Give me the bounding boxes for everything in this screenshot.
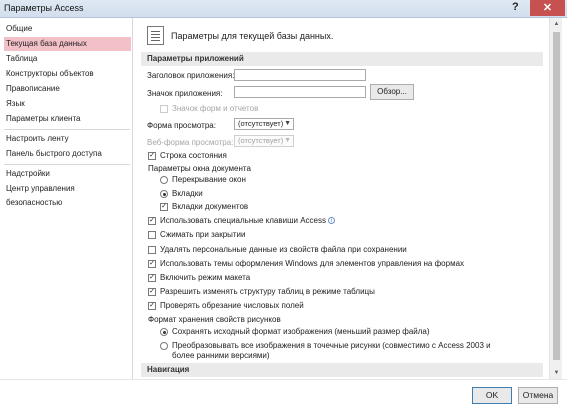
web-form-label: Веб-форма просмотра: bbox=[147, 138, 234, 147]
document-tabs-checkbox[interactable]: ✓ bbox=[160, 203, 168, 211]
picture-format-label: Формат хранения свойств рисунков bbox=[148, 315, 281, 324]
layout-view-checkbox[interactable]: ✓ bbox=[148, 274, 156, 282]
nav-item-general[interactable]: Общие bbox=[6, 22, 32, 36]
access-keys-checkbox[interactable]: ✓ bbox=[148, 217, 156, 225]
preserve-format-radio[interactable] bbox=[160, 328, 168, 336]
nav-item-add-ins[interactable]: Надстройки bbox=[6, 167, 50, 181]
nav-divider bbox=[4, 164, 130, 165]
nav-item-current-database[interactable]: Текущая база данных bbox=[4, 37, 131, 51]
info-icon: i bbox=[327, 217, 335, 224]
options-nav: Общие Текущая база данных Таблица Констр… bbox=[0, 18, 133, 379]
doc-window-options-label: Параметры окна документа bbox=[148, 164, 251, 173]
browse-button[interactable]: Обзор... bbox=[370, 84, 414, 100]
dialog-footer: OK Отмена bbox=[0, 379, 567, 409]
scrollbar-thumb[interactable] bbox=[553, 32, 560, 360]
convert-bitmap-radio[interactable] bbox=[160, 342, 168, 350]
nav-item-trust-center[interactable]: Центр управления безопасностью bbox=[6, 182, 132, 207]
display-form-value: (отсутствует) bbox=[238, 119, 284, 128]
scroll-up-icon[interactable]: ▲ bbox=[550, 18, 563, 30]
web-form-value: (отсутствует) bbox=[238, 136, 284, 145]
options-content: Параметры для текущей базы данных. Парам… bbox=[139, 18, 549, 379]
compact-on-close-label: Сжимать при закрытии bbox=[160, 230, 246, 239]
app-icon-label: Значок приложения: bbox=[147, 89, 223, 98]
dialog-body: Общие Текущая база данных Таблица Констр… bbox=[0, 18, 567, 409]
truncated-fields-label: Проверять обрезание числовых полей bbox=[160, 301, 304, 310]
scroll-down-icon[interactable]: ▼ bbox=[550, 367, 563, 379]
icon-for-forms-label: Значок форм и отчетов bbox=[172, 104, 259, 113]
tabbed-documents-radio[interactable] bbox=[160, 190, 168, 198]
nav-item-proofing[interactable]: Правописание bbox=[6, 82, 60, 96]
close-button[interactable]: ✕ bbox=[530, 0, 565, 16]
nav-divider bbox=[4, 129, 130, 130]
nav-item-quick-access-toolbar[interactable]: Панель быстрого доступа bbox=[6, 147, 102, 161]
section-app-options: Параметры приложений bbox=[141, 52, 543, 66]
overlapping-windows-label: Перекрывание окон bbox=[172, 175, 246, 184]
status-bar-checkbox[interactable]: ✓ bbox=[148, 152, 156, 160]
nav-item-client-settings[interactable]: Параметры клиента bbox=[6, 112, 80, 126]
preserve-format-label: Сохранять исходный формат изображения (м… bbox=[172, 327, 430, 336]
page-title: Параметры для текущей базы данных. bbox=[171, 31, 334, 41]
access-keys-label: Использовать специальные клавиши Access i bbox=[160, 216, 335, 225]
display-form-select[interactable]: (отсутствует) ▼ bbox=[234, 118, 294, 130]
design-changes-checkbox[interactable]: ✓ bbox=[148, 288, 156, 296]
remove-personal-info-checkbox[interactable] bbox=[148, 246, 156, 254]
app-title-input[interactable] bbox=[234, 69, 366, 81]
status-bar-label: Строка состояния bbox=[160, 151, 227, 160]
vertical-scrollbar[interactable]: ▲ ▼ bbox=[549, 18, 562, 379]
layout-view-label: Включить режим макета bbox=[160, 273, 251, 282]
app-icon-input[interactable] bbox=[234, 86, 366, 98]
document-tabs-label: Вкладки документов bbox=[172, 202, 249, 211]
cancel-button[interactable]: Отмена bbox=[518, 387, 558, 404]
design-changes-label: Разрешить изменять структуру таблиц в ре… bbox=[160, 287, 375, 296]
nav-item-object-designers[interactable]: Конструкторы объектов bbox=[6, 67, 94, 81]
windows-themes-label: Использовать темы оформления Windows для… bbox=[160, 259, 465, 268]
app-title-label: Заголовок приложения: bbox=[147, 71, 235, 80]
nav-item-datasheet[interactable]: Таблица bbox=[6, 52, 37, 66]
convert-bitmap-label: Преобразовывать все изображения в точечн… bbox=[172, 341, 491, 360]
nav-item-language[interactable]: Язык bbox=[6, 97, 25, 111]
display-form-label: Форма просмотра: bbox=[147, 121, 216, 130]
tabbed-documents-label: Вкладки bbox=[172, 189, 203, 198]
truncated-fields-checkbox[interactable]: ✓ bbox=[148, 302, 156, 310]
help-button[interactable]: ? bbox=[512, 1, 519, 13]
ok-button[interactable]: OK bbox=[472, 387, 512, 404]
icon-for-forms-checkbox[interactable] bbox=[160, 105, 168, 113]
compact-on-close-checkbox[interactable] bbox=[148, 231, 156, 239]
overlapping-windows-radio[interactable] bbox=[160, 176, 168, 184]
dropdown-arrow-icon: ▼ bbox=[284, 120, 291, 127]
title-bar: Параметры Access ? ✕ bbox=[0, 0, 567, 18]
nav-item-customize-ribbon[interactable]: Настроить ленту bbox=[6, 132, 69, 146]
document-settings-icon bbox=[147, 26, 164, 45]
section-navigation: Навигация bbox=[141, 363, 543, 377]
window-title: Параметры Access bbox=[4, 3, 84, 13]
remove-personal-info-label: Удалять персональные данные из свойств ф… bbox=[160, 245, 407, 254]
dropdown-arrow-icon: ▼ bbox=[284, 137, 291, 144]
web-form-select[interactable]: (отсутствует) ▼ bbox=[234, 135, 294, 147]
windows-themes-checkbox[interactable]: ✓ bbox=[148, 260, 156, 268]
